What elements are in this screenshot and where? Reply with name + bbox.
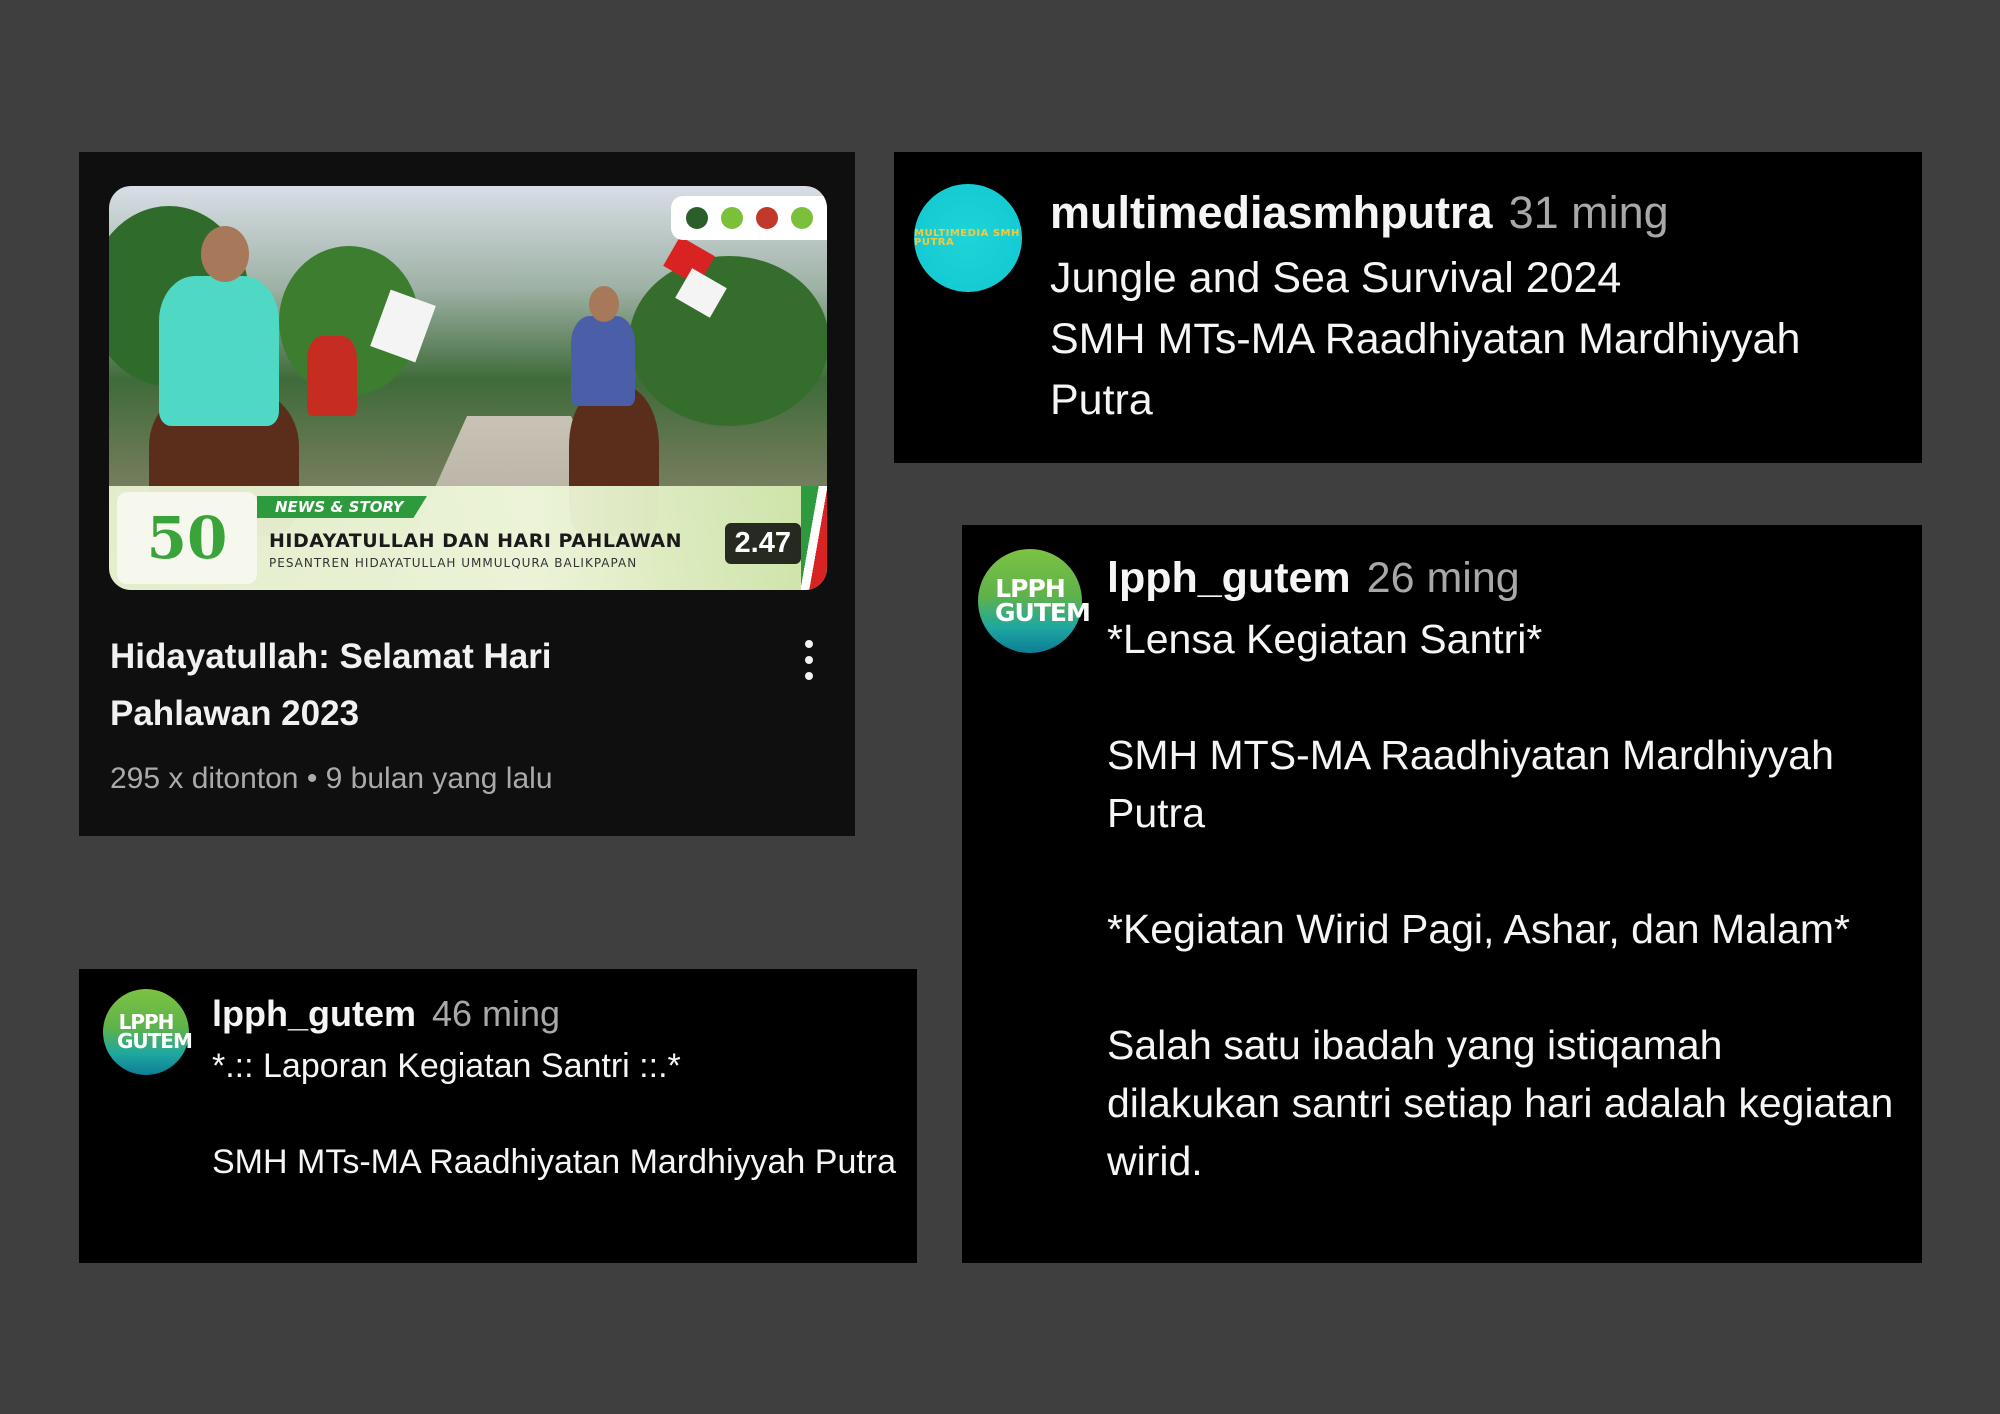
thumbnail-rider (159, 276, 279, 426)
video-title[interactable]: Hidayatullah: Selamat Hari Pahlawan 2023 (110, 628, 630, 742)
comment-username[interactable]: lpph_gutem (212, 993, 416, 1034)
comment-card: LPPH GUTEM lpph_gutem 26 ming *Lensa Kegi… (962, 525, 1922, 1263)
video-meta: 295 x ditonton • 9 bulan yang lalu (110, 762, 553, 795)
avatar[interactable]: LPPH GUTEM (103, 989, 193, 1075)
comment-age: 26 ming (1366, 554, 1520, 602)
thumbnail-rider-head (589, 286, 619, 322)
video-card[interactable]: 50 NEWS & STORY HIDAYATULLAH DAN HARI PA… (79, 152, 855, 836)
flag-stripe (801, 486, 827, 590)
video-thumbnail[interactable]: 50 NEWS & STORY HIDAYATULLAH DAN HARI PA… (109, 186, 827, 590)
thumbnail-rider (571, 316, 635, 406)
comment-text: Jungle and Sea Survival 2024 SMH MTs-MA … (1050, 254, 1801, 424)
logo-icon (720, 207, 743, 229)
comment-header: lpph_gutem 26 ming (1107, 553, 1520, 603)
comment-card: LPPH GUTEM lpph_gutem 46 ming *.:: Lapora… (79, 969, 917, 1263)
thumbnail-banner: 50 NEWS & STORY HIDAYATULLAH DAN HARI PA… (109, 486, 827, 590)
logo-icon (790, 207, 813, 229)
thumbnail-tag: NEWS & STORY (257, 496, 427, 518)
thumbnail-title: HIDAYATULLAH DAN HARI PAHLAWAN (269, 530, 682, 552)
avatar[interactable]: MULTIMEDIA SMH PUTRA (914, 184, 1022, 292)
comment-header: lpph_gutem 46 ming (212, 993, 560, 1035)
comment-username[interactable]: lpph_gutem (1107, 554, 1351, 602)
comment-header: multimediasmhputra 31 ming (1050, 186, 1669, 239)
comment-text: *.:: Laporan Kegiatan Santri ::.* SMH MT… (212, 1047, 897, 1181)
logo-icon (755, 207, 778, 229)
comment-text: *Lensa Kegiatan Santri* SMH MTS-MA Raadh… (1107, 616, 1894, 1184)
more-vert-icon[interactable] (795, 634, 823, 686)
comment-card: MULTIMEDIA SMH PUTRA multimediasmhputra 3… (894, 152, 1922, 463)
logo-icon (685, 207, 708, 229)
comment-age: 31 ming (1508, 187, 1669, 238)
thumbnail-rider (307, 336, 357, 416)
comment-age: 46 ming (432, 993, 561, 1034)
avatar[interactable]: LPPH GUTEM (978, 549, 1091, 653)
anniversary-seal: 50 (117, 492, 257, 584)
thumbnail-tree (629, 256, 827, 426)
video-duration: 2.47 (724, 523, 801, 564)
thumbnail-logo-strip (671, 196, 827, 240)
thumbnail-rider-head (201, 226, 249, 282)
comment-username[interactable]: multimediasmhputra (1050, 187, 1493, 238)
thumbnail-subtitle: PESANTREN HIDAYATULLAH UMMULQURA BALIKPA… (269, 556, 638, 570)
